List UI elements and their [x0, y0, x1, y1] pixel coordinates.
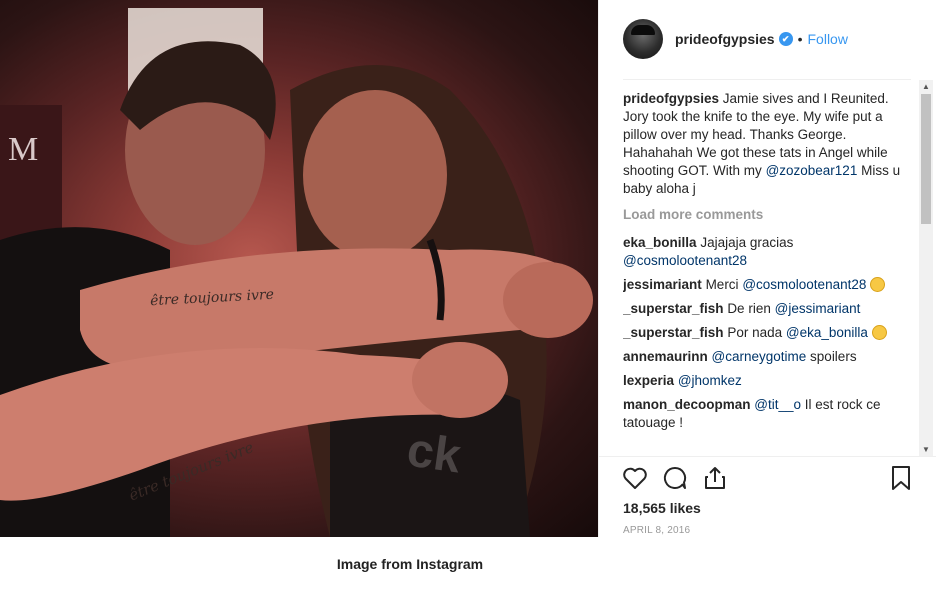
comment-username[interactable]: manon_decoopman: [623, 397, 751, 412]
comment-row: jessimariant Merci @cosmolootenant28: [623, 276, 915, 294]
comment-row: annemaurinn @carneygotime spoilers: [623, 348, 915, 366]
avatar[interactable]: [623, 19, 663, 59]
comment-username[interactable]: annemaurinn: [623, 349, 708, 364]
scroll-up-arrow-icon[interactable]: ▲: [922, 82, 930, 91]
comment-mention[interactable]: @tit__o: [754, 397, 801, 412]
image-credit-caption: Image from Instagram: [336, 556, 484, 572]
smile-emoji-icon: [871, 325, 887, 340]
comment-row: manon_decoopman @tit__o Il est rock ce t…: [623, 396, 915, 432]
comment-row: _superstar_fish De rien @jessimariant: [623, 300, 915, 318]
comment-username[interactable]: _superstar_fish: [623, 325, 724, 340]
share-icon[interactable]: [701, 464, 729, 492]
comment-username[interactable]: _superstar_fish: [623, 301, 724, 316]
comment-text-after: spoilers: [810, 349, 857, 364]
comment-mention[interactable]: @jessimariant: [775, 301, 861, 316]
comment-mention[interactable]: @eka_bonilla: [786, 325, 868, 340]
comment-icon[interactable]: [661, 464, 689, 492]
comment-mention[interactable]: @cosmolootenant28: [742, 277, 866, 292]
comment-text: Por nada: [727, 325, 783, 340]
heart-icon[interactable]: [621, 464, 649, 492]
scroll-down-arrow-icon[interactable]: ▼: [922, 445, 930, 454]
comment-text: Jajajaja gracias: [700, 235, 794, 250]
smile-emoji-icon: [870, 277, 886, 292]
svg-text:M: M: [8, 131, 38, 168]
actions-divider: [599, 456, 936, 457]
likes-count[interactable]: 18,565 likes: [623, 500, 701, 516]
comment-username[interactable]: jessimariant: [623, 277, 702, 292]
header-username[interactable]: prideofgypsies: [675, 31, 775, 47]
comments-scrollbar[interactable]: ▲ ▼: [919, 80, 933, 456]
post-header: prideofgypsies ✔ • Follow: [599, 0, 936, 78]
comment-username[interactable]: eka_bonilla: [623, 235, 697, 250]
comment-mention[interactable]: @cosmolootenant28: [623, 253, 747, 268]
bookmark-icon[interactable]: [887, 464, 915, 492]
comment-text: Merci: [705, 277, 739, 292]
comment-username[interactable]: lexperia: [623, 373, 674, 388]
scroll-thumb[interactable]: [921, 94, 931, 224]
caption-mention[interactable]: @zozobear121: [766, 163, 858, 178]
comment-row: _superstar_fish Por nada @eka_bonilla: [623, 324, 915, 342]
post-caption: prideofgypsies Jamie sives and I Reunite…: [623, 90, 915, 198]
separator-dot: •: [797, 31, 803, 47]
post-side-panel: prideofgypsies ✔ • Follow prideofgypsies…: [598, 0, 936, 537]
svg-text:ck: ck: [404, 424, 465, 484]
comment-mention[interactable]: @jhomkez: [678, 373, 742, 388]
comment-row: lexperia @jhomkez: [623, 372, 915, 390]
comment-row: eka_bonilla Jajajaja gracias @cosmoloote…: [623, 234, 915, 270]
comments-list: prideofgypsies Jamie sives and I Reunite…: [623, 90, 915, 455]
right-person-face: [303, 90, 447, 260]
instagram-post-screenshot: M ck être toujours ivre être toujours iv…: [0, 0, 936, 589]
post-photo: M ck être toujours ivre être toujours iv…: [0, 0, 598, 537]
follow-button[interactable]: Follow: [808, 31, 848, 47]
comment-mention[interactable]: @carneygotime: [712, 349, 807, 364]
post-date[interactable]: APRIL 8, 2016: [623, 525, 690, 536]
header-divider: [623, 79, 911, 80]
photo-illustration: M ck être toujours ivre être toujours iv…: [0, 8, 593, 537]
action-bar: [621, 464, 917, 492]
verified-badge-icon: ✔: [778, 32, 793, 46]
comment-container: eka_bonilla Jajajaja gracias @cosmoloote…: [623, 234, 915, 432]
caption-username[interactable]: prideofgypsies: [623, 91, 719, 106]
load-more-comments-button[interactable]: Load more comments: [623, 206, 915, 224]
wall-sign: [0, 105, 62, 245]
comment-text: De rien: [727, 301, 771, 316]
